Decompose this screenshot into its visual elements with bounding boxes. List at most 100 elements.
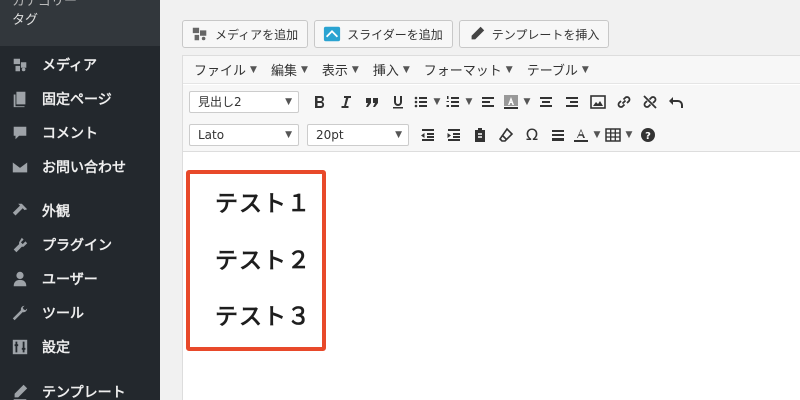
outdent-button[interactable]	[415, 123, 441, 147]
add-slider-button[interactable]: スライダーを追加	[314, 20, 453, 48]
toolbar-row-2: Lato ▼ 20pt ▼ Ω ▼ ▼ ?	[183, 118, 800, 152]
menu-format[interactable]: フォーマット ▼	[417, 60, 520, 79]
sidebar-item-template[interactable]: テンプレート	[0, 375, 160, 400]
image-icon	[590, 94, 606, 109]
sidebar-item-pages[interactable]: 固定ページ	[0, 82, 160, 116]
sidebar-item-settings[interactable]: 設定	[0, 330, 160, 364]
menu-table[interactable]: テーブル ▼	[520, 60, 596, 79]
numbered-list-icon	[446, 95, 459, 107]
chevron-down-icon: ▼	[402, 64, 410, 75]
bullet-list-icon	[414, 96, 427, 107]
sidebar-item-tools[interactable]: ツール	[0, 296, 160, 330]
link-icon	[617, 95, 631, 108]
sidebar-item-contact[interactable]: お問い合わせ	[0, 150, 160, 184]
chevron-down-icon[interactable]: ▼	[623, 130, 635, 140]
chevron-down-icon: ▼	[250, 64, 257, 75]
settings-icon	[8, 337, 32, 357]
sidebar-item-label: ツール	[42, 306, 84, 322]
sidebar-item-comments[interactable]: コメント	[0, 116, 160, 150]
chevron-down-icon[interactable]: ▼	[521, 97, 533, 107]
blockquote-button[interactable]	[359, 90, 385, 114]
sidebar-item-media[interactable]: メディア	[0, 48, 160, 82]
text-color-icon	[574, 128, 588, 142]
chevron-down-icon[interactable]: ▼	[591, 130, 603, 140]
pencil-icon	[8, 382, 32, 400]
content-line-2: テスト２	[215, 248, 311, 274]
editor-content[interactable]: テスト１ テスト２ テスト３	[183, 153, 800, 400]
numbered-list-button[interactable]	[443, 90, 463, 114]
tinymce-editor: ファイル ▼ 編集 ▼ 表示 ▼ 挿入 ▼ フォーマット ▼ テーブル ▼ 見出し2 ▼ ▼ …	[182, 55, 800, 400]
chevron-down-icon[interactable]: ▼	[431, 97, 443, 107]
background-color-button[interactable]	[501, 90, 521, 114]
bullet-list-button[interactable]	[411, 90, 431, 114]
sidebar-item-label: お問い合わせ	[42, 160, 126, 176]
clipboard-icon	[475, 127, 485, 142]
wrench-icon	[8, 303, 32, 323]
special-character-button[interactable]: Ω	[519, 123, 545, 147]
unlink-icon	[643, 94, 657, 109]
block-format-select[interactable]: 見出し2 ▼	[189, 90, 299, 113]
sidebar-item-label: 外観	[42, 204, 70, 220]
menu-edit[interactable]: 編集 ▼	[264, 60, 315, 79]
insert-link-button[interactable]	[611, 90, 637, 114]
submenu-item-tag[interactable]: タグ	[0, 10, 160, 32]
paste-text-button[interactable]	[467, 123, 493, 147]
chevron-down-icon: ▼	[351, 64, 359, 75]
menu-file[interactable]: ファイル ▼	[187, 60, 264, 79]
undo-icon	[669, 96, 683, 108]
media-buttons: メディアを追加 スライダーを追加 テンプレートを挿入	[182, 20, 610, 48]
omega-icon: Ω	[525, 125, 539, 144]
chevron-down-icon: ▼	[505, 64, 513, 75]
align-left-icon	[482, 96, 494, 107]
sidebar-item-label: ユーザー	[42, 272, 98, 288]
sidebar-item-label: プラグイン	[42, 238, 112, 254]
align-left-button[interactable]	[475, 90, 501, 114]
sidebar-item-appearance[interactable]: 外観	[0, 194, 160, 228]
align-center-icon	[540, 96, 552, 107]
add-media-icon	[192, 27, 207, 41]
menu-insert[interactable]: 挿入 ▼	[366, 60, 417, 79]
insert-image-button[interactable]	[585, 90, 611, 114]
media-icon	[8, 55, 32, 75]
help-icon: ?	[641, 127, 655, 142]
comment-icon	[8, 123, 32, 143]
highlight-box: テスト１ テスト２ テスト３	[186, 170, 326, 351]
align-right-button[interactable]	[559, 90, 585, 114]
italic-button[interactable]	[333, 90, 359, 114]
sidebar-item-users[interactable]: ユーザー	[0, 262, 160, 296]
undo-button[interactable]	[663, 90, 689, 114]
background-color-icon	[504, 94, 518, 109]
table-button[interactable]	[603, 123, 623, 147]
unlink-button[interactable]	[637, 90, 663, 114]
horizontal-line-button[interactable]	[545, 123, 571, 147]
submenu-item-category[interactable]: カテゴリー	[0, 0, 160, 10]
underline-icon	[393, 95, 403, 108]
sidebar-item-label: メディア	[42, 58, 98, 74]
insert-template-button[interactable]: テンプレートを挿入	[458, 20, 610, 48]
chevron-down-icon: ▼	[300, 64, 308, 75]
align-center-button[interactable]	[533, 90, 559, 114]
bold-button[interactable]	[307, 90, 333, 114]
outdent-icon	[421, 128, 434, 141]
underline-button[interactable]	[385, 90, 411, 114]
chevron-down-icon: ▼	[581, 64, 589, 75]
font-size-select[interactable]: 20pt ▼	[307, 123, 409, 146]
font-family-select[interactable]: Lato ▼	[189, 123, 299, 146]
indent-icon	[447, 128, 460, 141]
content-line-3: テスト３	[215, 304, 311, 330]
text-color-button[interactable]	[571, 123, 591, 147]
align-right-icon	[566, 96, 578, 107]
indent-button[interactable]	[441, 123, 467, 147]
menu-view[interactable]: 表示 ▼	[315, 60, 366, 79]
italic-icon	[341, 95, 351, 108]
posts-submenu: カテゴリー タグ	[0, 0, 160, 46]
page-icon	[8, 89, 32, 109]
slider-icon	[324, 26, 341, 42]
clear-formatting-button[interactable]	[493, 123, 519, 147]
chevron-down-icon[interactable]: ▼	[463, 97, 475, 107]
sidebar-item-label: コメント	[42, 126, 98, 142]
add-media-button[interactable]: メディアを追加	[182, 20, 309, 48]
admin-sidebar: カテゴリー タグ メディア 固定ページ コメント お問い合わせ 外観 プラグイン…	[0, 0, 160, 400]
sidebar-item-plugins[interactable]: プラグイン	[0, 228, 160, 262]
help-button[interactable]: ?	[635, 123, 661, 147]
